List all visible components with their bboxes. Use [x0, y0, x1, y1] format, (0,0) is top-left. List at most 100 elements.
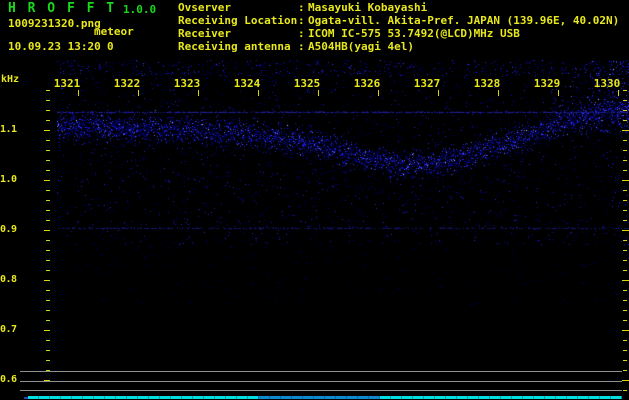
freq-minor-tick — [46, 250, 50, 251]
time-label-1329: 1329 — [533, 77, 561, 90]
freq-label-1.0: 1.0 — [0, 174, 17, 185]
freq-minor-tick — [46, 220, 50, 221]
hrofft-app-window: H R O F F T 1.0.0 1009231320.png meteor … — [0, 0, 629, 400]
info-label-receiver: Receiver — [178, 27, 231, 40]
freq-minor-tick — [623, 220, 627, 221]
freq-minor-tick — [623, 310, 627, 311]
time-label-1327: 1327 — [413, 77, 441, 90]
freq-minor-tick — [623, 150, 627, 151]
freq-minor-tick — [46, 90, 50, 91]
info-colon: : — [298, 27, 305, 40]
freq-label-1.1: 1.1 — [0, 124, 17, 135]
freq-minor-tick — [46, 270, 50, 271]
reference-line-2 — [20, 381, 622, 382]
time-tick — [138, 90, 139, 96]
time-tick — [558, 90, 559, 96]
time-label-1322: 1322 — [113, 77, 141, 90]
date-time-label: 10.09.23 13:20 — [8, 40, 101, 53]
freq-minor-tick — [623, 170, 627, 171]
freq-major-tick — [622, 330, 629, 331]
freq-minor-tick — [623, 260, 627, 261]
freq-minor-tick — [623, 390, 627, 391]
freq-minor-tick — [623, 100, 627, 101]
bottom-bar-blue-segment — [258, 396, 380, 399]
freq-major-tick — [622, 280, 629, 281]
info-label-observer: Ovserver — [178, 1, 231, 14]
freq-minor-tick — [46, 260, 50, 261]
spectrogram-noise-canvas — [57, 60, 629, 395]
freq-minor-tick — [623, 270, 627, 271]
info-label-location: Receiving Location — [178, 14, 298, 27]
freq-minor-tick — [46, 300, 50, 301]
time-tick — [618, 90, 619, 96]
freq-minor-tick — [46, 200, 50, 201]
freq-minor-tick — [46, 170, 50, 171]
freq-minor-tick — [46, 310, 50, 311]
freq-label-0.8: 0.8 — [0, 274, 17, 285]
time-label-1321: 1321 — [53, 77, 81, 90]
freq-minor-tick — [46, 190, 50, 191]
freq-major-tick — [44, 280, 50, 281]
freq-minor-tick — [46, 100, 50, 101]
freq-minor-tick — [46, 120, 50, 121]
freq-minor-tick — [623, 250, 627, 251]
freq-minor-tick — [623, 350, 627, 351]
spectrogram-panel: kHz 1321 1322 1323 1324 1325 1326 1327 1… — [0, 60, 629, 400]
freq-minor-tick — [623, 240, 627, 241]
info-colon: : — [298, 40, 305, 53]
time-label-1324: 1324 — [233, 77, 261, 90]
time-tick — [198, 90, 199, 96]
freq-minor-tick — [46, 210, 50, 211]
freq-major-tick — [44, 230, 50, 231]
info-value-receiver: ICOM IC-575 53.7492(@LCD)MHz USB — [308, 27, 520, 40]
time-tick — [378, 90, 379, 96]
freq-minor-tick — [623, 200, 627, 201]
freq-major-tick — [622, 180, 629, 181]
freq-minor-tick — [623, 210, 627, 211]
freq-minor-tick — [623, 300, 627, 301]
time-tick — [258, 90, 259, 96]
freq-minor-tick — [623, 120, 627, 121]
mode-label: meteor — [94, 25, 134, 38]
info-value-observer: Masayuki Kobayashi — [308, 1, 428, 14]
time-tick — [78, 90, 79, 96]
freq-minor-tick — [46, 290, 50, 291]
freq-minor-tick — [623, 360, 627, 361]
freq-major-tick — [44, 180, 50, 181]
freq-minor-tick — [46, 140, 50, 141]
freq-minor-tick — [46, 240, 50, 241]
info-label-antenna: Receiving antenna — [178, 40, 291, 53]
freq-label-0.7: 0.7 — [0, 324, 17, 335]
freq-major-tick — [622, 380, 629, 381]
observation-info: Ovserver : Masayuki Kobayashi Receiving … — [178, 2, 619, 52]
info-value-location: Ogata-vill. Akita-Pref. JAPAN (139.96E, … — [308, 14, 620, 27]
freq-minor-tick — [623, 160, 627, 161]
freq-label-0.6: 0.6 — [0, 374, 17, 385]
freq-unit-label: kHz — [1, 74, 20, 85]
freq-minor-tick — [623, 140, 627, 141]
output-filename: 1009231320.png — [8, 17, 101, 30]
time-tick — [438, 90, 439, 96]
reference-line-3 — [20, 390, 622, 391]
freq-major-tick — [44, 330, 50, 331]
info-value-antenna: A504HB(yagi 4el) — [308, 40, 414, 53]
app-title: H R O F F T — [8, 1, 117, 16]
reference-line-1 — [20, 371, 622, 372]
freq-minor-tick — [623, 290, 627, 291]
freq-minor-tick — [623, 90, 627, 91]
time-tick — [498, 90, 499, 96]
freq-minor-tick — [46, 160, 50, 161]
freq-minor-tick — [46, 150, 50, 151]
freq-minor-tick — [46, 320, 50, 321]
info-colon: : — [298, 14, 305, 27]
freq-minor-tick — [46, 110, 50, 111]
freq-minor-tick — [623, 370, 627, 371]
time-label-1326: 1326 — [353, 77, 381, 90]
freq-minor-tick — [623, 190, 627, 191]
time-label-1328: 1328 — [473, 77, 501, 90]
meteor-count: 0 — [107, 40, 114, 53]
time-label-1330: 1330 — [593, 77, 621, 90]
freq-minor-tick — [46, 360, 50, 361]
freq-major-tick — [44, 130, 50, 131]
time-label-1325: 1325 — [293, 77, 321, 90]
